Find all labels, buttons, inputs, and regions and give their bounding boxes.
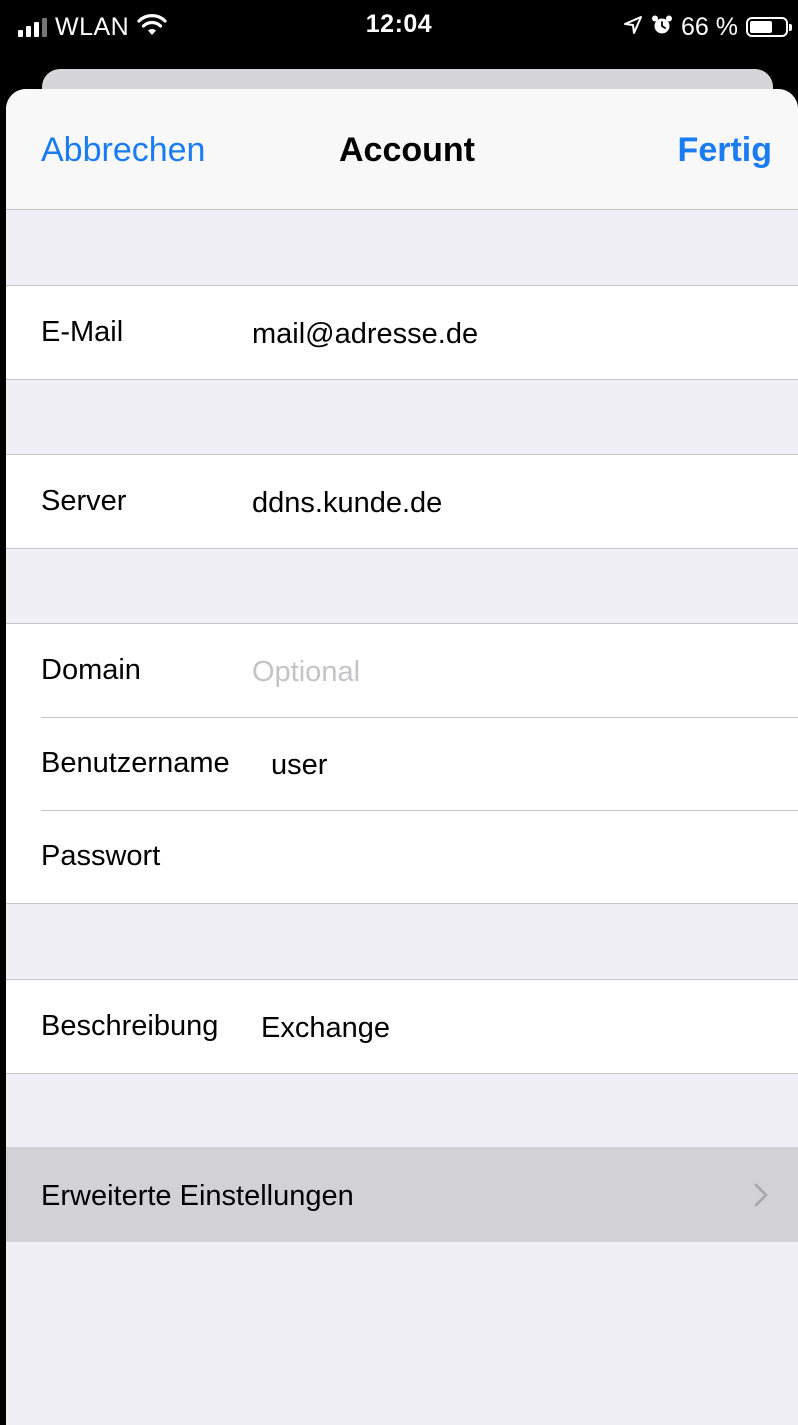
description-label: Beschreibung [41, 1010, 219, 1042]
alarm-clock-icon [651, 14, 673, 41]
description-field[interactable]: Exchange [261, 1012, 390, 1045]
email-field[interactable]: mail@adresse.de [252, 318, 478, 351]
server-group: Server ddns.kunde.de [6, 454, 798, 549]
domain-field[interactable]: Optional [252, 656, 360, 689]
account-sheet: Abbrechen Account Fertig E-Mail mail@adr… [6, 89, 798, 1425]
server-row[interactable]: Server ddns.kunde.de [6, 455, 798, 548]
username-field[interactable]: user [271, 749, 327, 782]
domain-label: Domain [41, 654, 141, 686]
status-right: 66 % [623, 10, 792, 44]
status-bar: WLAN 12:04 66 % [0, 0, 798, 56]
description-row[interactable]: Beschreibung Exchange [6, 980, 798, 1073]
description-group: Beschreibung Exchange [6, 979, 798, 1074]
chevron-right-icon [754, 1183, 768, 1212]
battery-percent: 66 % [681, 12, 738, 41]
username-row[interactable]: Benutzername user [6, 717, 798, 810]
server-field[interactable]: ddns.kunde.de [252, 487, 442, 520]
email-row[interactable]: E-Mail mail@adresse.de [6, 286, 798, 379]
done-button[interactable]: Fertig [678, 131, 772, 170]
navigation-bar: Abbrechen Account Fertig [6, 89, 798, 210]
domain-row[interactable]: Domain Optional [6, 624, 798, 717]
battery-fill [750, 21, 773, 33]
email-group: E-Mail mail@adresse.de [6, 285, 798, 380]
battery-icon [746, 17, 792, 37]
password-label: Passwort [41, 840, 161, 872]
username-label: Benutzername [41, 747, 230, 779]
server-label: Server [41, 485, 127, 517]
credentials-group: Domain Optional Benutzername user Passwo… [6, 623, 798, 904]
location-arrow-icon [623, 15, 643, 40]
battery-cap [789, 24, 792, 31]
advanced-settings-label: Erweiterte Einstellungen [41, 1180, 354, 1212]
email-label: E-Mail [41, 316, 124, 348]
advanced-settings-row[interactable]: Erweiterte Einstellungen [6, 1147, 798, 1242]
password-row[interactable]: Passwort [6, 810, 798, 903]
